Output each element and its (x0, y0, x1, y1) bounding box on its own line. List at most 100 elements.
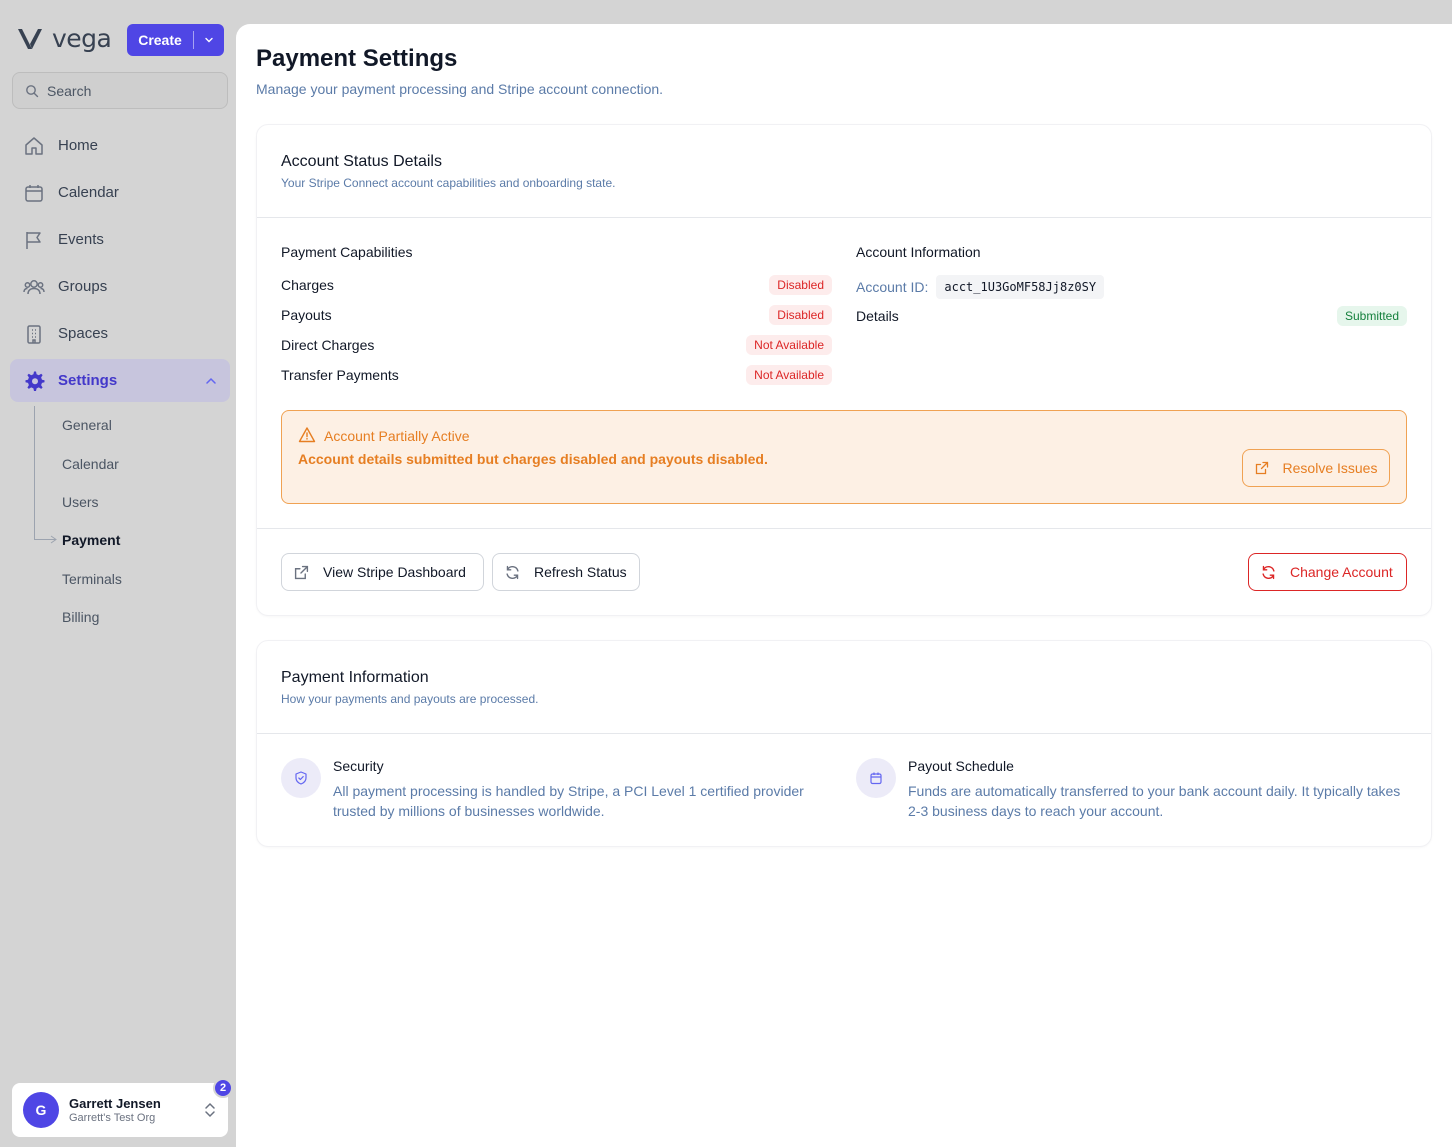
refresh-status-button[interactable]: Refresh Status (492, 553, 640, 591)
user-name: Garrett Jensen (69, 1096, 161, 1111)
nav-item-spaces[interactable]: Spaces (10, 312, 230, 355)
nav-item-calendar[interactable]: Calendar (10, 171, 230, 214)
subnav-item-billing[interactable]: Billing (62, 609, 99, 625)
button-label: Refresh Status (534, 564, 627, 580)
divider (257, 217, 1431, 218)
security-icon-wrap (281, 758, 321, 798)
status-badge: Disabled (769, 275, 832, 295)
card-subtitle: How your payments and payouts are proces… (281, 692, 539, 706)
status-badge: Submitted (1336, 306, 1407, 326)
main-nav: Home Calendar Events Groups Spaces Setti… (10, 124, 230, 406)
divider (257, 528, 1431, 529)
external-link-icon (294, 565, 309, 579)
chevron-up-icon[interactable] (204, 374, 218, 388)
subnav-item-terminals[interactable]: Terminals (62, 571, 122, 587)
gear-icon (25, 371, 45, 391)
capability-label: Payouts (281, 307, 332, 323)
details-label: Details (856, 308, 899, 324)
button-label: Change Account (1290, 564, 1393, 580)
capability-row-transfer-payments: Transfer Payments Not Available (281, 364, 832, 386)
brand-name: vega (52, 24, 112, 53)
nav-item-label: Spaces (58, 325, 109, 342)
security-text: All payment processing is handled by Str… (333, 783, 804, 819)
search-placeholder: Search (47, 82, 92, 99)
calendar-icon (870, 772, 882, 785)
capability-label: Direct Charges (281, 337, 375, 353)
search-icon (26, 84, 39, 97)
refresh-icon (1262, 565, 1275, 579)
external-link-icon (1255, 461, 1268, 475)
nav-item-groups[interactable]: Groups (10, 265, 230, 308)
capability-label: Transfer Payments (281, 367, 399, 383)
user-org: Garrett's Test Org (69, 1112, 156, 1124)
payout-icon-wrap (856, 758, 896, 798)
calendar-icon (25, 184, 43, 202)
page-subtitle: Manage your payment processing and Strip… (256, 81, 664, 97)
subnav-item-payment[interactable]: Payment (62, 532, 120, 548)
alert-message: Account details submitted but charges di… (298, 451, 768, 467)
subnav-item-calendar[interactable]: Calendar (62, 456, 119, 472)
change-account-button[interactable]: Change Account (1248, 553, 1407, 591)
resolve-issues-button[interactable]: Resolve Issues (1242, 449, 1390, 487)
account-info-heading: Account Information (856, 244, 981, 260)
capability-label: Charges (281, 277, 334, 293)
user-info: Garrett Jensen Garrett's Test Org (69, 1096, 161, 1124)
card-title: Account Status Details (281, 153, 442, 170)
payout-text: Funds are automatically transferred to y… (908, 783, 1401, 819)
payment-information-card: Payment Information How your payments an… (256, 640, 1432, 847)
nav-item-label: Settings (58, 372, 118, 389)
account-id-label: Account ID: (856, 279, 929, 295)
chevron-updown-icon (205, 1102, 215, 1118)
nav-item-settings[interactable]: Settings (10, 359, 230, 402)
nav-item-label: Calendar (58, 184, 119, 201)
account-id-value[interactable]: acct_1U3GoMF58Jj8z0SY (936, 275, 1105, 299)
flag-icon (26, 231, 41, 249)
capability-row-payouts: Payouts Disabled (281, 304, 832, 326)
card-title: Payment Information (281, 669, 429, 686)
status-badge: Disabled (769, 305, 832, 325)
account-status-card: Account Status Details Your Stripe Conne… (256, 124, 1432, 616)
security-title: Security (333, 758, 384, 774)
button-label: View Stripe Dashboard (323, 564, 466, 580)
brand[interactable]: vega (16, 24, 112, 53)
divider (257, 733, 1431, 734)
warning-alert: Account Partially Active Account details… (281, 410, 1407, 504)
nav-item-label: Events (58, 231, 104, 248)
search-input[interactable]: Search (12, 72, 228, 109)
account-id-row: Account ID: acct_1U3GoMF58Jj8z0SY (856, 275, 1105, 299)
capability-row-charges: Charges Disabled (281, 274, 832, 296)
card-subtitle: Your Stripe Connect account capabilities… (281, 176, 616, 190)
page-title: Payment Settings (256, 45, 458, 72)
chevron-down-icon (205, 37, 213, 43)
capabilities-heading: Payment Capabilities (281, 244, 413, 260)
vega-logo-icon (18, 28, 42, 49)
create-dropdown-toggle[interactable] (194, 34, 224, 46)
main-content: Payment Settings Manage your payment pro… (236, 24, 1452, 1147)
capability-row-direct-charges: Direct Charges Not Available (281, 334, 832, 356)
avatar: G (23, 1092, 59, 1128)
status-badge: Not Available (746, 335, 832, 355)
subnav-item-general[interactable]: General (62, 417, 112, 433)
nav-item-home[interactable]: Home (10, 124, 230, 167)
sidebar: vega Create Search Home Calendar Events … (0, 0, 236, 1147)
nav-item-label: Home (58, 137, 99, 154)
notification-badge[interactable]: 2 (213, 1078, 233, 1098)
nav-item-label: Groups (58, 278, 108, 295)
subnav-item-users[interactable]: Users (62, 494, 99, 510)
arrow-right-icon (50, 535, 57, 544)
status-badge: Not Available (746, 365, 832, 385)
shield-check-icon (295, 771, 307, 785)
building-icon (27, 324, 41, 344)
nav-item-events[interactable]: Events (10, 218, 230, 261)
alert-title: Account Partially Active (324, 428, 470, 444)
subnav-tree-line (34, 406, 35, 539)
refresh-icon (506, 565, 519, 579)
view-stripe-dashboard-button[interactable]: View Stripe Dashboard (281, 553, 484, 591)
payout-title: Payout Schedule (908, 758, 1014, 774)
warning-triangle-icon (298, 427, 316, 443)
resolve-issues-label: Resolve Issues (1282, 460, 1378, 476)
create-button[interactable]: Create (127, 24, 224, 56)
users-icon (23, 279, 45, 294)
user-switcher[interactable]: G Garrett Jensen Garrett's Test Org (12, 1083, 228, 1137)
details-row: Details Submitted (856, 306, 1407, 326)
